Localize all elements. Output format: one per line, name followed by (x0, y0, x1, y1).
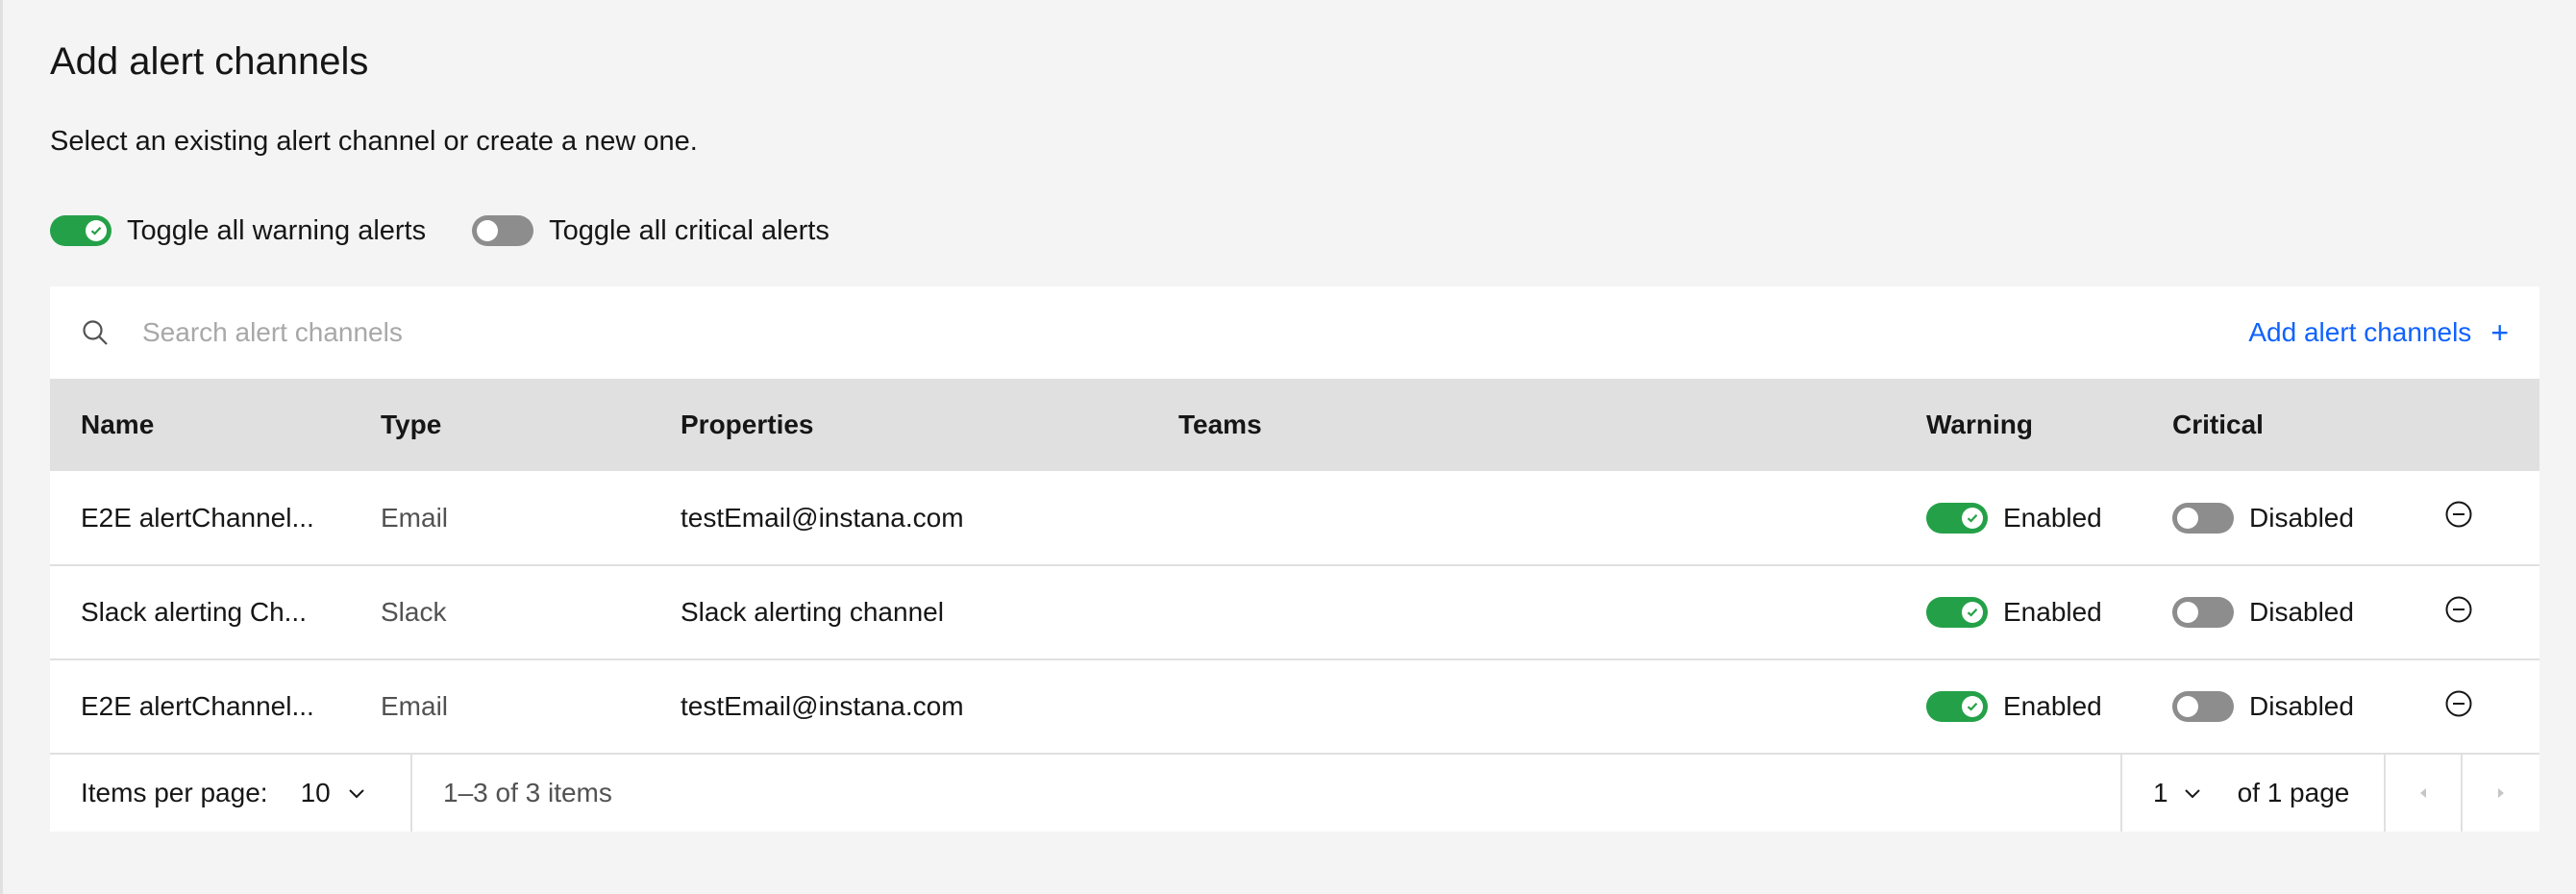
cell-actions (2414, 659, 2539, 754)
chevron-down-icon (2184, 789, 2200, 799)
cell-type: Slack (381, 597, 447, 627)
cell-properties: testEmail@instana.com (681, 691, 964, 721)
items-range: 1–3 of 3 items (443, 778, 612, 807)
page-subtitle: Select an existing alert channel or crea… (50, 126, 698, 157)
cell-properties: Slack alerting channel (681, 597, 944, 627)
cell-warning: Enabled (1895, 565, 2142, 659)
remove-icon[interactable] (2444, 689, 2473, 725)
cell-critical: Disabled (2142, 565, 2414, 659)
items-per-page-select[interactable]: 10 (301, 778, 367, 808)
alert-channels-table-container: Add alert channels + Name Type Propertie… (50, 286, 2539, 832)
page-number-value: 1 (2153, 778, 2168, 807)
of-pages-label: of 1 page (2237, 778, 2350, 807)
warning-status: Enabled (2003, 597, 2102, 627)
toggle-knob (2177, 602, 2198, 623)
warning-status: Enabled (2003, 691, 2102, 721)
table-row: E2E alertChannel... Email testEmail@inst… (50, 471, 2539, 565)
header-actions (2414, 379, 2539, 471)
caret-left-icon (2420, 788, 2426, 798)
table-toolbar: Add alert channels + (50, 286, 2539, 379)
page-selector: 1 of 1 page (2120, 755, 2386, 832)
toggle-knob (2177, 696, 2198, 717)
critical-status: Disabled (2249, 597, 2354, 627)
caret-right-icon (2498, 788, 2504, 798)
toggle-all-warning-label: Toggle all warning alerts (127, 214, 427, 246)
cell-name: E2E alertChannel... (81, 502, 314, 533)
toggle-knob (1962, 602, 1983, 623)
warning-toggle[interactable] (1926, 691, 1988, 722)
remove-icon[interactable] (2444, 500, 2473, 535)
header-teams[interactable]: Teams (1148, 379, 1895, 471)
critical-toggle[interactable] (2172, 502, 2234, 534)
header-critical[interactable]: Critical (2142, 379, 2414, 471)
toggle-all-critical-switch[interactable] (472, 215, 534, 246)
cell-teams (1148, 659, 1895, 754)
critical-toggle[interactable] (2172, 597, 2234, 628)
items-per-page-value: 10 (300, 778, 331, 807)
cell-name: Slack alerting Ch... (81, 597, 307, 627)
search-icon (81, 318, 110, 352)
critical-status: Disabled (2249, 502, 2354, 533)
bulk-toggle-row: Toggle all warning alerts Toggle all cri… (50, 213, 830, 248)
add-alert-channels-label: Add alert channels (2248, 317, 2472, 347)
items-per-page: Items per page: 10 (50, 755, 412, 832)
pagination-bar: Items per page: 10 1–3 of 3 items 1 of 1… (50, 755, 2539, 832)
cell-properties: testEmail@instana.com (681, 502, 964, 533)
alert-channels-table: Name Type Properties Teams Warning Criti… (50, 379, 2539, 755)
toggle-knob (1962, 696, 1983, 717)
chevron-down-icon (349, 789, 364, 799)
items-per-page-label: Items per page: (81, 778, 268, 807)
header-type[interactable]: Type (350, 379, 650, 471)
plus-icon: + (2490, 315, 2509, 350)
warning-status: Enabled (2003, 502, 2102, 533)
critical-status: Disabled (2249, 691, 2354, 721)
remove-icon[interactable] (2444, 595, 2473, 631)
warning-toggle[interactable] (1926, 502, 1988, 534)
cell-warning: Enabled (1895, 471, 2142, 565)
cell-name: E2E alertChannel... (81, 691, 314, 721)
checkmark-icon (90, 227, 102, 236)
table-header-row: Name Type Properties Teams Warning Criti… (50, 379, 2539, 471)
header-name[interactable]: Name (50, 379, 350, 471)
checkmark-icon (1967, 608, 1978, 617)
cell-teams (1148, 471, 1895, 565)
cell-critical: Disabled (2142, 659, 2414, 754)
checkmark-icon (1967, 513, 1978, 523)
toggle-all-critical-label: Toggle all critical alerts (549, 214, 830, 246)
next-page-button[interactable] (2463, 755, 2539, 832)
cell-actions (2414, 565, 2539, 659)
cell-type: Email (381, 502, 449, 533)
cell-warning: Enabled (1895, 659, 2142, 754)
cell-teams (1148, 565, 1895, 659)
page-title: Add alert channels (50, 40, 369, 83)
table-row: E2E alertChannel... Email testEmail@inst… (50, 659, 2539, 754)
table-row: Slack alerting Ch... Slack Slack alertin… (50, 565, 2539, 659)
checkmark-icon (1967, 703, 1978, 711)
cell-critical: Disabled (2142, 471, 2414, 565)
cell-actions (2414, 471, 2539, 565)
header-warning[interactable]: Warning (1895, 379, 2142, 471)
toggle-knob (86, 220, 107, 241)
critical-toggle[interactable] (2172, 691, 2234, 722)
header-properties[interactable]: Properties (650, 379, 1148, 471)
search-input[interactable] (142, 310, 1488, 356)
toggle-knob (477, 220, 499, 241)
left-edge-divider (0, 0, 3, 894)
page-select[interactable]: 1 (2153, 778, 2203, 808)
toggle-all-warning-switch[interactable] (50, 215, 111, 246)
cell-type: Email (381, 691, 449, 721)
toggle-knob (2177, 507, 2198, 529)
toggle-knob (1962, 507, 1983, 529)
add-alert-channels-button[interactable]: Add alert channels + (2248, 308, 2509, 358)
previous-page-button[interactable] (2386, 755, 2463, 832)
warning-toggle[interactable] (1926, 597, 1988, 628)
